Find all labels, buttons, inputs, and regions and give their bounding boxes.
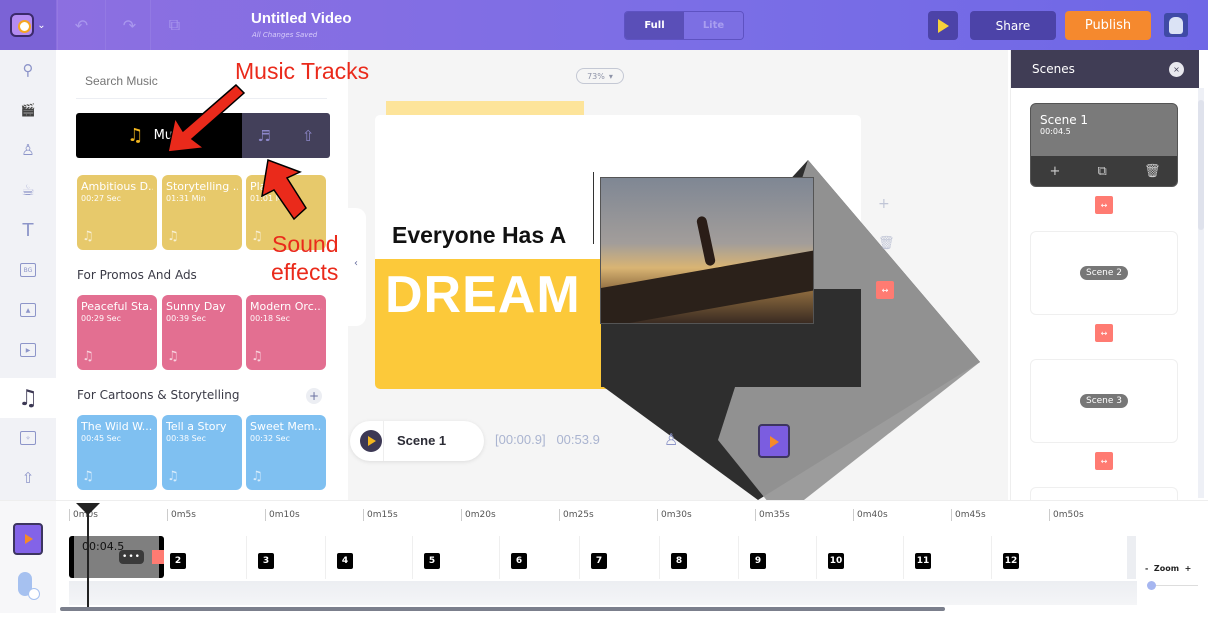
- scene-number-badge[interactable]: 6: [511, 553, 527, 569]
- scene-card-1[interactable]: Scene 1 00:04.5 + ⧉ 🗑: [1030, 103, 1178, 187]
- scene-separator: [412, 536, 413, 579]
- transition-marker[interactable]: ↔: [1095, 452, 1113, 470]
- time-tick: 0m20s: [461, 509, 496, 521]
- scene-separator: [991, 536, 992, 579]
- arrow-icon: ↔: [1100, 200, 1108, 210]
- scene-number-badge[interactable]: 5: [424, 553, 440, 569]
- playhead[interactable]: [87, 505, 89, 607]
- delete-scene-button[interactable]: 🗑: [1144, 164, 1161, 179]
- time-tick: 0m5s: [167, 509, 196, 521]
- scene-separator: [325, 536, 326, 579]
- transition-marker[interactable]: [152, 550, 164, 564]
- scene-separator: [499, 536, 500, 579]
- zoom-out-button[interactable]: -: [1145, 564, 1148, 573]
- timeline: 0m0s 0m5s 0m10s 0m15s 0m20s 0m25s 0m30s 0m35s 0m…: [0, 500, 1208, 613]
- more-options-button[interactable]: •••: [119, 550, 144, 564]
- add-scene-button[interactable]: +: [1050, 164, 1061, 179]
- transition-marker[interactable]: ↔: [1095, 196, 1113, 214]
- zoom-in-button[interactable]: +: [1185, 564, 1192, 573]
- scene-number-badge[interactable]: 11: [915, 553, 931, 569]
- scene-badge: Scene 2: [1079, 266, 1129, 280]
- time-tick: 0m50s: [1049, 509, 1084, 521]
- scene-number-badge[interactable]: 12: [1003, 553, 1019, 569]
- scene-actions: + ⧉ 🗑: [1031, 156, 1177, 186]
- scene-number-badge[interactable]: 2: [170, 553, 186, 569]
- scenes-header: Scenes ×: [1011, 50, 1199, 88]
- scene-separator: [738, 536, 739, 579]
- timeline-scrollbar[interactable]: [60, 607, 945, 611]
- zoom-label: Zoom: [1153, 564, 1180, 573]
- scene-track: 00:04.5 ••• 2 3 4 5 6 7 8 9 10 11 12: [69, 536, 1137, 579]
- scene-number-badge[interactable]: 4: [337, 553, 353, 569]
- scene-separator: [816, 536, 817, 579]
- arrow-sound-effects-icon: [261, 158, 307, 221]
- scene-number-badge[interactable]: 10: [828, 553, 844, 569]
- time-tick: 0m10s: [265, 509, 300, 521]
- audio-track[interactable]: [69, 581, 1137, 605]
- time-tick: 0m40s: [853, 509, 888, 521]
- app-root: ⌄ ↶ ↷ ⧉ Untitled Video All Changes Saved…: [0, 0, 1208, 636]
- scene-name: Scene 1: [1040, 113, 1089, 127]
- scene-separator: [903, 536, 904, 579]
- video-track-icon[interactable]: [13, 523, 43, 555]
- time-tick: 0m30s: [657, 509, 692, 521]
- arrow-music-tracks-icon: [167, 83, 246, 153]
- scenes-panel: Scenes × Scene 1 00:04.5 + ⧉ 🗑 ↔ Scene 2…: [1010, 50, 1199, 507]
- annotation-effects: effects: [271, 259, 339, 285]
- arrow-icon: ↔: [1100, 328, 1108, 338]
- scene-clip-1[interactable]: 00:04.5 •••: [69, 536, 164, 578]
- scene-separator: [246, 536, 247, 579]
- scrollbar-thumb[interactable]: [1198, 100, 1204, 230]
- time-tick: 0m15s: [363, 509, 398, 521]
- scenes-scrollbar[interactable]: [1198, 88, 1204, 498]
- timeline-rail: [0, 501, 56, 613]
- annotation-music-tracks: Music Tracks: [235, 58, 370, 84]
- scene-badge: Scene 3: [1079, 394, 1129, 408]
- scene-duration: 00:04.5: [1040, 127, 1071, 136]
- zoom-slider-knob[interactable]: [1147, 581, 1156, 590]
- copy-scene-button[interactable]: ⧉: [1098, 164, 1107, 179]
- time-tick: 0m45s: [951, 509, 986, 521]
- scene-card-3[interactable]: Scene 3: [1030, 359, 1178, 443]
- annotation-sound: Sound: [272, 231, 339, 257]
- track-end: [1127, 536, 1136, 579]
- transition-marker[interactable]: ↔: [1095, 324, 1113, 342]
- scene-number-badge[interactable]: 3: [258, 553, 274, 569]
- scene-card-2[interactable]: Scene 2: [1030, 231, 1178, 315]
- scene-number-badge[interactable]: 8: [671, 553, 687, 569]
- scene-separator: [659, 536, 660, 579]
- time-tick: 0m35s: [755, 509, 790, 521]
- scene-number-badge[interactable]: 9: [750, 553, 766, 569]
- timeline-zoom: - Zoom +: [1145, 564, 1191, 573]
- scene-separator: [579, 536, 580, 579]
- time-tick: 0m25s: [559, 509, 594, 521]
- scenes-title: Scenes: [1032, 62, 1075, 76]
- arrow-icon: ↔: [1100, 456, 1108, 466]
- scene-number-badge[interactable]: 7: [591, 553, 607, 569]
- microphone-icon[interactable]: [18, 572, 40, 600]
- close-scenes-button[interactable]: ×: [1169, 62, 1184, 77]
